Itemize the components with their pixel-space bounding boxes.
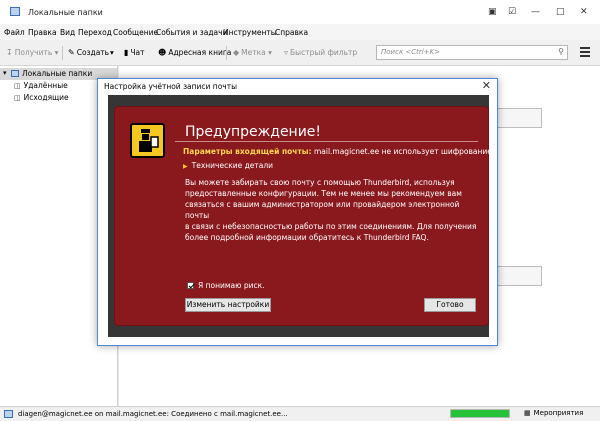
menu-go[interactable]: Переход: [78, 28, 112, 37]
download-icon: ↧: [6, 48, 13, 57]
menu-file[interactable]: Файл: [4, 28, 25, 37]
menu-bar: Файл Правка Вид Переход Сообщение Событи…: [0, 24, 600, 40]
menu-events[interactable]: События и задачи: [156, 28, 227, 37]
heading-divider: [175, 141, 478, 142]
pencil-icon: ✎: [68, 48, 75, 57]
menu-help[interactable]: Справка: [275, 28, 308, 37]
folder-outbox[interactable]: ◫ Исходящие: [14, 93, 69, 102]
warning-body-text: Вы можете забирать свою почту с помощью …: [185, 177, 485, 243]
folder-app-icon: [10, 7, 20, 16]
outbox-icon: ◫: [14, 94, 21, 102]
funnel-icon: ▿: [284, 48, 289, 57]
tag-icon: ◆: [233, 48, 240, 57]
incoming-params-label: Параметры входящей почты:: [183, 147, 312, 156]
expand-triangle-icon: ▶: [183, 163, 188, 170]
create-button[interactable]: ✎ Создать: [68, 48, 109, 57]
warning-body-line: предоставленные конфигурации. Тем не мен…: [185, 189, 462, 198]
search-placeholder: Поиск <Ctrl+K>: [381, 48, 441, 56]
warning-officer-icon: [130, 123, 165, 158]
quick-filter-button[interactable]: ▿ Быстрый фильтр: [284, 48, 357, 57]
incoming-params-value: mail.magicnet.ee не использует шифровани…: [313, 147, 495, 156]
warning-body-line: в связи с небезопасностью работы по этим…: [185, 222, 477, 231]
warning-body-line: Вы можете забирать свою почту с помощью …: [185, 178, 455, 187]
warning-panel: Предупреждение! Параметры входящей почты…: [114, 106, 494, 326]
menu-edit[interactable]: Правка: [28, 28, 57, 37]
events-button[interactable]: ▦ Мероприятия: [524, 409, 583, 417]
tab-list-icon[interactable]: ▣: [488, 7, 497, 17]
chat-button[interactable]: ▮ Чат: [124, 48, 145, 57]
folder-label: Локальные папки: [22, 69, 93, 78]
expand-arrow-icon: ▾: [3, 69, 7, 77]
maximize-button[interactable]: □: [556, 7, 565, 17]
progress-fill: [451, 410, 509, 417]
connection-icon: [4, 410, 13, 418]
chat-bubble-icon: ▮: [124, 48, 129, 57]
account-setup-dialog: Настройка учётной записи почты ✕ Предупр…: [97, 78, 498, 346]
menu-tools[interactable]: Инструменты: [223, 28, 277, 37]
technical-details-toggle[interactable]: ▶ Технические детали: [183, 161, 273, 170]
change-settings-button[interactable]: Изменить настройки: [185, 298, 271, 312]
close-button[interactable]: ✕: [580, 7, 588, 17]
create-dropdown[interactable]: ▾: [110, 48, 114, 57]
pin-icon[interactable]: ☑: [508, 7, 516, 17]
toolbar-separator: [62, 46, 63, 60]
app-menu-icon[interactable]: [580, 47, 590, 59]
checkbox-checked-icon: [187, 282, 194, 289]
calendar-icon: ▦: [524, 409, 531, 417]
search-icon: ⚲: [558, 47, 564, 56]
dialog-close-icon[interactable]: ✕: [482, 79, 491, 92]
warning-heading: Предупреждение!: [185, 124, 322, 140]
person-icon: ☻: [158, 48, 167, 57]
done-button[interactable]: Готово: [424, 298, 476, 312]
dialog-body: Предупреждение! Параметры входящей почты…: [108, 95, 494, 337]
incoming-params-line: Параметры входящей почты: mail.magicnet.…: [183, 147, 494, 156]
toolbar-separator: [226, 46, 227, 60]
tag-button[interactable]: ◆ Метка ▾: [233, 48, 272, 57]
warning-body-line: связаться с вашим администратором или пр…: [185, 200, 460, 220]
status-text: diagen@magicnet.ee on mail.magicnet.ee: …: [18, 410, 288, 418]
minimize-button[interactable]: —: [531, 7, 540, 17]
search-input[interactable]: Поиск <Ctrl+K> ⚲: [376, 45, 568, 60]
get-mail-button[interactable]: ↧ Получить ▾: [6, 48, 58, 57]
understand-risk-checkbox[interactable]: Я понимаю риск.: [187, 281, 265, 290]
local-folders-icon: [11, 70, 19, 77]
status-bar: diagen@magicnet.ee on mail.magicnet.ee: …: [0, 406, 600, 421]
warning-body-line: более подробной информации обратитесь к …: [185, 233, 429, 242]
progress-bar: [450, 409, 510, 418]
trash-icon: ◫: [14, 82, 21, 90]
window-title: Локальные папки: [28, 8, 103, 17]
menu-view[interactable]: Вид: [60, 28, 75, 37]
window-titlebar: Локальные папки ▣ ☑ — □ ✕: [0, 0, 600, 24]
folder-trash[interactable]: ◫ Удалённые: [14, 81, 68, 90]
dialog-title: Настройка учётной записи почты: [104, 82, 238, 91]
menu-message[interactable]: Сообщение: [113, 28, 158, 37]
addressbook-button[interactable]: ☻ Адресная книга: [158, 48, 231, 57]
